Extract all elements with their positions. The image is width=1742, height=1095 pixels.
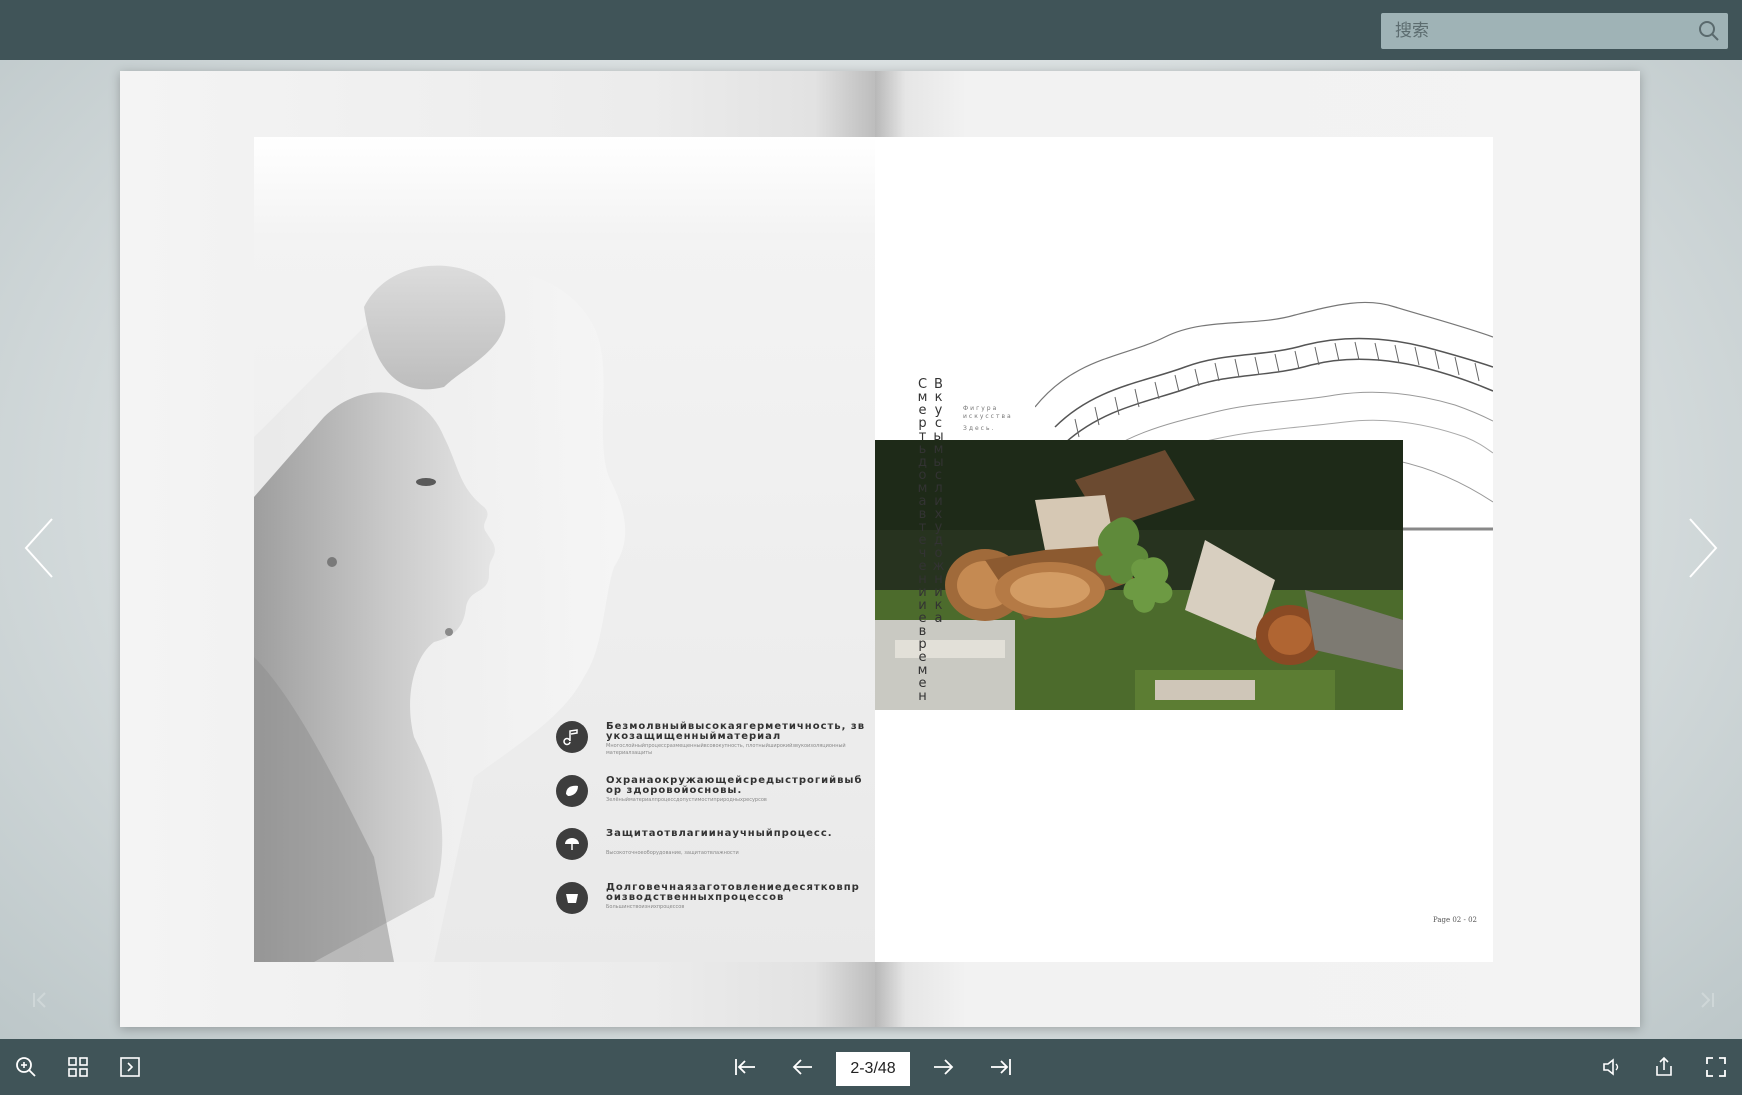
search-icon[interactable] bbox=[1698, 20, 1720, 42]
last-page-corner-icon[interactable] bbox=[1697, 990, 1717, 1010]
right-page-artwork: Смертьдомавтеченииевремен Вкусымыслихудо… bbox=[875, 137, 1493, 962]
feature-subtitle: Высокоточноеоборудование, защитаотвлажно… bbox=[606, 850, 739, 856]
last-page-button[interactable] bbox=[985, 1051, 1017, 1083]
umbrella-icon bbox=[556, 828, 588, 860]
zoom-in-icon bbox=[16, 1057, 36, 1077]
next-page-button[interactable] bbox=[927, 1051, 959, 1083]
share-icon bbox=[1656, 1056, 1672, 1076]
last-page-icon bbox=[991, 1059, 1011, 1075]
small-caption-1: Фигура bbox=[963, 405, 999, 412]
feature-subtitle: Многослойныйпроцессразмещенныйвсовокупно… bbox=[606, 743, 846, 756]
first-page-corner-icon[interactable] bbox=[30, 990, 50, 1010]
zoom-in-button[interactable] bbox=[10, 1051, 42, 1083]
top-toolbar bbox=[0, 0, 1742, 60]
autoplay-button[interactable] bbox=[114, 1051, 146, 1083]
wood-logs-photo bbox=[875, 440, 1403, 710]
leaf-icon bbox=[556, 775, 588, 807]
grid-icon bbox=[68, 1057, 88, 1077]
next-page-arrow[interactable] bbox=[1682, 515, 1722, 581]
sound-button[interactable] bbox=[1596, 1051, 1628, 1083]
play-icon bbox=[120, 1057, 140, 1077]
left-page[interactable]: Безмолвныйвысокаягерметичность, звукозащ… bbox=[120, 71, 875, 1027]
fullscreen-button[interactable] bbox=[1700, 1051, 1732, 1083]
page-number: Page 02 - 02 bbox=[1432, 916, 1477, 924]
feature-title: Безмолвныйвысокаягерметичность, звукозащ… bbox=[606, 721, 866, 742]
feature-title: Защитаотвлагиинаучныйпроцесс. bbox=[606, 828, 833, 839]
feature-title: Охранаокружающейсредыстрогийвыбор здоров… bbox=[606, 775, 863, 796]
flipbook[interactable]: Безмолвныйвысокаягерметичность, звукозащ… bbox=[120, 71, 1640, 1027]
first-page-icon bbox=[735, 1059, 755, 1075]
arrow-right-icon bbox=[934, 1059, 954, 1075]
portrait-photo: Безмолвныйвысокаягерметичность, звукозащ… bbox=[254, 137, 875, 962]
page-indicator[interactable]: 2-3/48 bbox=[836, 1052, 910, 1086]
vertical-title-2: Вкусымыслихудожника bbox=[931, 377, 946, 624]
feature-title: Долговечнаязаготовлениедесятковпроизводс… bbox=[606, 882, 860, 903]
search-box[interactable] bbox=[1381, 13, 1728, 49]
arrow-left-icon bbox=[792, 1059, 812, 1075]
search-input[interactable] bbox=[1381, 13, 1728, 49]
cup-icon bbox=[556, 882, 588, 914]
thumbnails-button[interactable] bbox=[62, 1051, 94, 1083]
right-page[interactable]: Смертьдомавтеченииевремен Вкусымыслихудо… bbox=[875, 71, 1640, 1027]
previous-page-button[interactable] bbox=[787, 1051, 819, 1083]
share-button[interactable] bbox=[1648, 1051, 1680, 1083]
small-caption-3: Здесь. bbox=[963, 425, 996, 432]
previous-page-arrow[interactable] bbox=[20, 515, 60, 581]
small-caption-2: искусства bbox=[963, 413, 1013, 420]
feature-subtitle: Зелёныйматериалпроцессдопустимостиприрод… bbox=[606, 797, 767, 803]
music-note-icon bbox=[556, 721, 588, 753]
speaker-icon bbox=[1603, 1058, 1619, 1076]
vertical-title-1: Смертьдомавтеченииевремен bbox=[915, 377, 930, 702]
fullscreen-icon bbox=[1706, 1057, 1726, 1077]
first-page-button[interactable] bbox=[729, 1051, 761, 1083]
feature-subtitle: Большинствоизнихпроцессов bbox=[606, 904, 685, 910]
